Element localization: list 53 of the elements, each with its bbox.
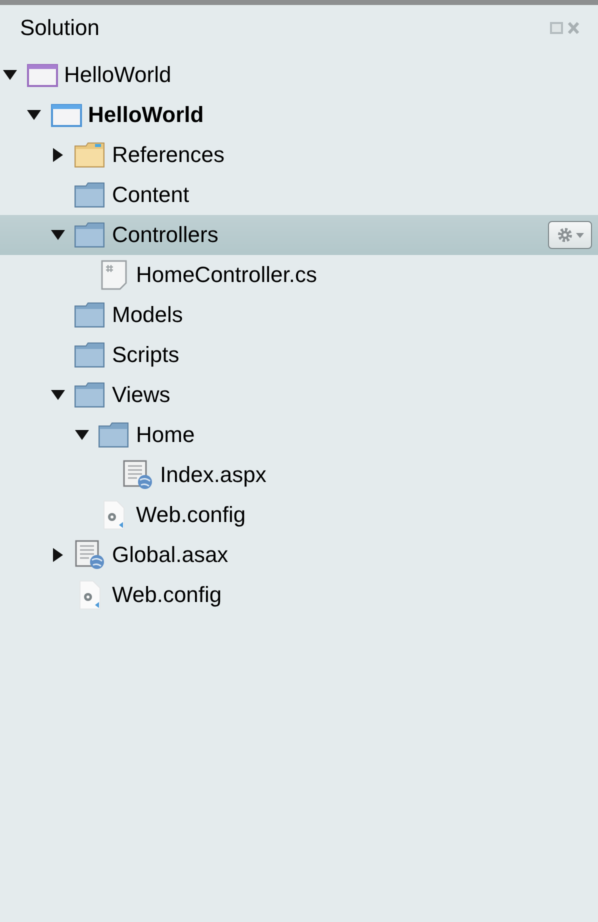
folder-icon bbox=[98, 422, 130, 448]
disclosure-triangle-icon[interactable] bbox=[53, 148, 63, 162]
item-label: HelloWorld bbox=[88, 102, 204, 128]
folder-icon bbox=[74, 382, 106, 408]
gear-icon bbox=[556, 227, 572, 243]
folder-icon bbox=[74, 302, 106, 328]
disclosure-triangle-icon[interactable] bbox=[51, 390, 65, 400]
tree-item[interactable]: Home bbox=[0, 415, 598, 455]
tree-item[interactable]: Global.asax bbox=[0, 535, 598, 575]
item-label: HomeController.cs bbox=[136, 262, 317, 288]
item-label: Content bbox=[112, 182, 190, 208]
item-label: Models bbox=[112, 302, 183, 328]
tree-item[interactable]: Web.config bbox=[0, 495, 598, 535]
item-label: Views bbox=[112, 382, 170, 408]
tree-item[interactable]: Scripts bbox=[0, 335, 598, 375]
item-label: Index.aspx bbox=[160, 462, 266, 488]
disclosure-triangle-icon[interactable] bbox=[3, 70, 17, 80]
item-label: HelloWorld bbox=[64, 62, 172, 88]
tree-item[interactable]: Index.aspx bbox=[0, 455, 598, 495]
folder-icon bbox=[74, 222, 106, 248]
code-file-icon bbox=[101, 260, 127, 290]
item-label: Scripts bbox=[112, 342, 180, 368]
item-label: Controllers bbox=[112, 222, 218, 248]
item-label: Home bbox=[136, 422, 195, 448]
web-page-icon bbox=[123, 460, 153, 490]
disclosure-triangle-icon[interactable] bbox=[27, 110, 41, 120]
tree-item[interactable]: Web.config bbox=[0, 575, 598, 615]
folder-icon bbox=[74, 342, 106, 368]
tree-item[interactable]: HelloWorld bbox=[0, 95, 598, 135]
disclosure-triangle-icon[interactable] bbox=[53, 548, 63, 562]
folder-icon bbox=[74, 182, 106, 208]
disclosure-triangle-icon[interactable] bbox=[75, 430, 89, 440]
item-label: Web.config bbox=[112, 582, 222, 608]
panel-title: Solution bbox=[20, 15, 100, 41]
disclosure-triangle-icon[interactable] bbox=[51, 230, 65, 240]
tree-item[interactable]: References bbox=[0, 135, 598, 175]
tree-item[interactable]: Controllers bbox=[0, 215, 598, 255]
tree-item[interactable]: HomeController.cs bbox=[0, 255, 598, 295]
item-label: References bbox=[112, 142, 225, 168]
actions-button[interactable] bbox=[548, 221, 592, 249]
web-page-icon bbox=[75, 540, 105, 570]
caret-icon bbox=[576, 232, 584, 238]
tree-item[interactable]: HelloWorld bbox=[0, 55, 598, 95]
window-icon bbox=[50, 104, 82, 126]
tree-item[interactable]: Views bbox=[0, 375, 598, 415]
window-icon bbox=[26, 64, 58, 86]
config-file-icon bbox=[78, 580, 102, 610]
config-file-icon bbox=[102, 500, 126, 530]
tree-item[interactable]: Content bbox=[0, 175, 598, 215]
references-folder-icon bbox=[74, 142, 106, 168]
item-label: Global.asax bbox=[112, 542, 228, 568]
tree-item[interactable]: Models bbox=[0, 295, 598, 335]
item-label: Web.config bbox=[136, 502, 246, 528]
